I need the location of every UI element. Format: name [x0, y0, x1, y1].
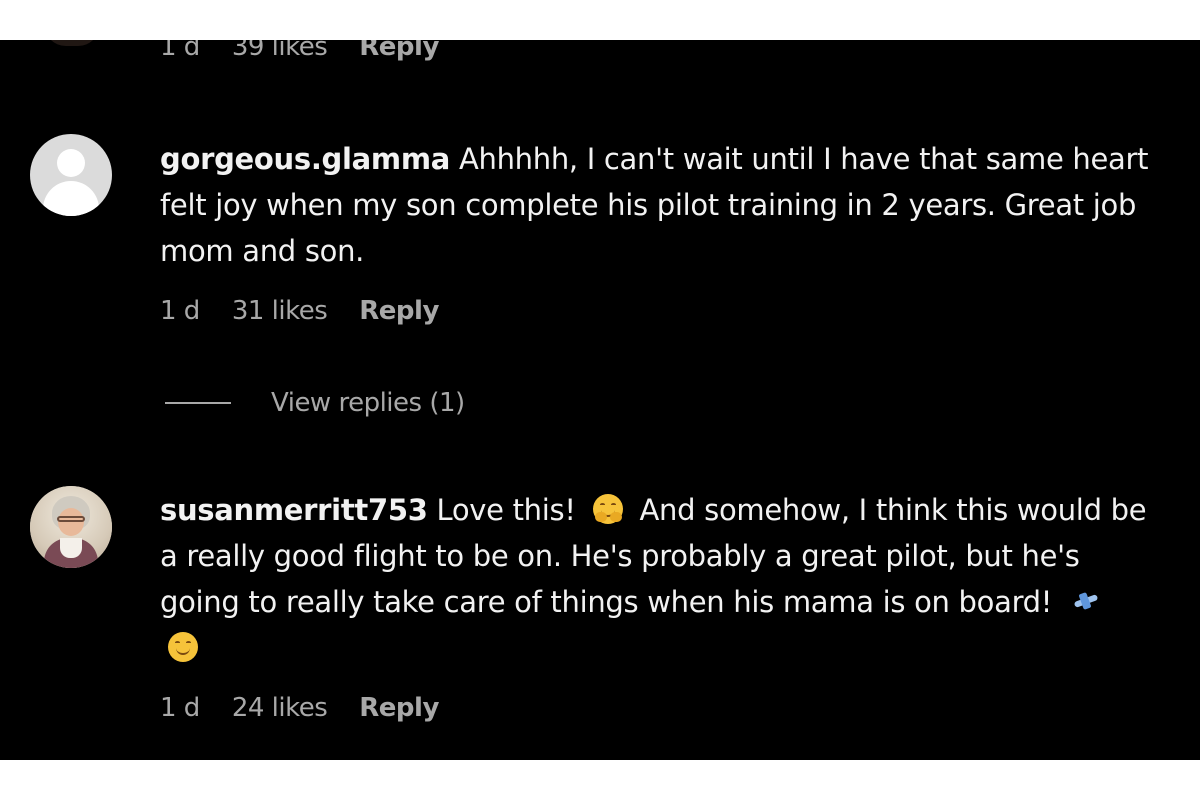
divider-line: [165, 402, 231, 404]
reply-button[interactable]: Reply: [359, 693, 439, 723]
reply-button[interactable]: Reply: [359, 40, 439, 62]
default-avatar-icon: [57, 149, 85, 177]
comment-meta: 1 d 31 likes Reply: [160, 296, 471, 326]
comment-body: gorgeous.glamma Ahhhhh, I can't wait unt…: [160, 136, 1150, 274]
comment-text-part1: Love this!: [436, 493, 576, 527]
view-replies-button[interactable]: View replies (1): [165, 388, 465, 418]
comment-likes[interactable]: 24 likes: [232, 693, 328, 723]
comment-time: 1 d: [160, 40, 200, 62]
comment-body: susanmerritt753 Love this! And somehow, …: [160, 487, 1150, 671]
airplane-emoji-icon: [1071, 586, 1101, 616]
comment-meta: 1 d 39 likes Reply: [160, 40, 471, 62]
comment-likes[interactable]: 31 likes: [232, 296, 328, 326]
reply-button[interactable]: Reply: [359, 296, 439, 326]
comment-likes[interactable]: 39 likes: [232, 40, 328, 62]
view-replies-label[interactable]: View replies (1): [271, 388, 465, 418]
comment-time: 1 d: [160, 693, 200, 723]
comments-panel: 1 d 39 likes Reply gorgeous.glamma Ahhhh…: [0, 40, 1200, 760]
smiling-face-emoji-icon: [168, 632, 198, 662]
avatar-partial[interactable]: [44, 40, 100, 46]
avatar[interactable]: [30, 134, 112, 216]
hugging-face-emoji-icon: [592, 494, 623, 524]
comment-meta: 1 d 24 likes Reply: [160, 693, 471, 723]
comment-username[interactable]: susanmerritt753: [160, 493, 428, 527]
comment-username[interactable]: gorgeous.glamma: [160, 142, 450, 176]
avatar[interactable]: [30, 486, 112, 568]
comment-time: 1 d: [160, 296, 200, 326]
